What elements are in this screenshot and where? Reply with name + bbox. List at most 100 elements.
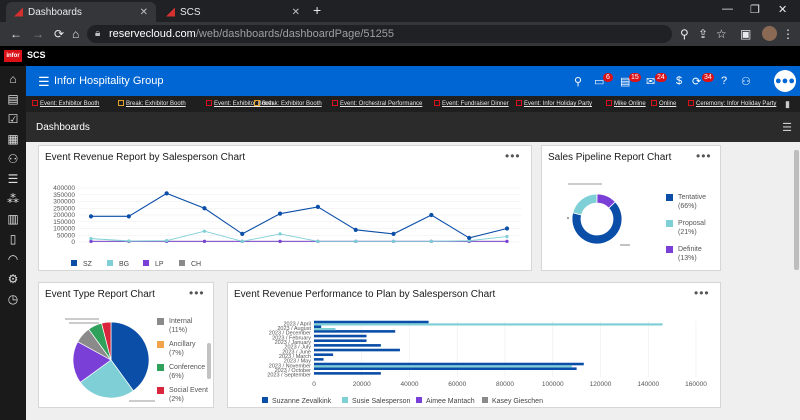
x-tick-label: 160000 — [685, 381, 707, 388]
home-nav-icon[interactable]: ⌂ — [6, 72, 20, 86]
bookmark-icon[interactable]: ▮ — [785, 99, 790, 110]
data-point-SZ — [315, 204, 321, 209]
data-point-BG — [316, 239, 320, 243]
chat-icon[interactable]: ●●● — [774, 70, 796, 92]
legend-label: Internal — [169, 318, 193, 325]
legend-swatch — [157, 364, 164, 371]
data-point-BG — [278, 232, 282, 236]
dashboard-content: Event Revenue Report by Salesperson Char… — [26, 142, 800, 420]
search-page-icon[interactable]: ⚲ — [680, 27, 689, 41]
data-point-BG — [89, 237, 93, 241]
event-link[interactable]: Event: Exhibitor Booth — [32, 100, 99, 107]
bar-1 — [314, 323, 663, 326]
mail-count-badge: 24 — [655, 73, 667, 82]
share-icon[interactable]: ⇪ — [698, 27, 708, 41]
legend-pct-tentative: (66%) — [678, 203, 697, 210]
data-point-BG — [127, 239, 131, 243]
bar-0 — [314, 330, 396, 333]
dashboard-menu-icon[interactable]: ☰ — [782, 121, 792, 134]
event-link[interactable]: Event: Infor Holiday Party — [516, 100, 592, 107]
close-window-icon[interactable]: ✕ — [778, 3, 787, 16]
data-point-LP — [202, 239, 207, 243]
legend-swatch — [262, 397, 268, 403]
settings-gear-icon[interactable]: ⚙ — [6, 272, 20, 286]
clock-nav-icon[interactable]: ◷ — [6, 292, 20, 306]
legend-label-tentative: Tentative — [678, 194, 706, 201]
legend-swatch — [157, 341, 164, 348]
events-nav-icon[interactable]: ▦ — [6, 132, 20, 146]
user-link[interactable]: Online — [651, 100, 676, 107]
horizontal-bar-chart: 0 20000 40000 60000 80000 100000 120000 140000 1… — [262, 320, 707, 405]
legend-swatch-CH — [179, 260, 185, 266]
data-point-SZ — [240, 231, 245, 236]
event-link[interactable]: Break: Exhibitor Booth — [118, 100, 186, 107]
back-arrow-icon[interactable]: ← — [10, 27, 22, 41]
app-header: ☰ Infor Hospitality Group ⚲ ▭ 6 ▤ 15 ✉ 2… — [26, 66, 800, 96]
x-tick-label: 40000 — [400, 381, 418, 388]
new-tab-button[interactable]: + — [313, 2, 321, 18]
legend-pct: (2%) — [169, 396, 184, 403]
data-point-SZ — [202, 206, 207, 211]
contacts-nav-icon[interactable]: ☰ — [6, 172, 20, 186]
browser-tab-dashboards[interactable]: Dashboards ✕ — [6, 2, 156, 22]
chrome-menu-icon[interactable]: ⋮ — [782, 27, 794, 41]
restore-icon[interactable]: ❐ — [750, 3, 760, 16]
refresh-icon[interactable]: ⟳ — [692, 75, 701, 88]
bar-0 — [314, 320, 429, 324]
dashboard-title-bar: Dashboards ☰ — [26, 112, 800, 142]
help-icon[interactable]: ? — [721, 75, 727, 87]
profile-avatar[interactable] — [762, 26, 777, 41]
legend-pct-proposal: (21%) — [678, 229, 697, 236]
bar-1 — [314, 365, 572, 368]
documents-nav-icon[interactable]: ▯ — [6, 232, 20, 246]
bar-0 — [314, 362, 584, 366]
legend-swatch — [342, 397, 348, 403]
bar-0 — [314, 339, 367, 342]
side-panel-icon[interactable]: ▣ — [740, 27, 751, 41]
bookmark-star-icon[interactable]: ☆ — [716, 27, 727, 41]
minimize-icon[interactable]: — — [722, 3, 733, 15]
search-icon[interactable]: ⚲ — [574, 75, 582, 88]
legend-label: Kasey Gieschen — [492, 398, 543, 405]
event-link[interactable]: Event: Orchestral Performance — [332, 100, 422, 107]
stats-nav-icon[interactable]: ▥ — [6, 212, 20, 226]
calendar-nav-icon[interactable]: ▤ — [6, 92, 20, 106]
legend-scrollbar[interactable] — [207, 343, 211, 379]
legend-pct: (11%) — [169, 327, 187, 334]
mail-icon[interactable]: ✉ — [646, 75, 655, 88]
legend-label-LP: LP — [155, 261, 164, 268]
browser-tab-scs[interactable]: SCS ✕ — [158, 2, 308, 22]
event-link[interactable]: Event: Fundraiser Dinner — [434, 100, 509, 107]
browser-tab-strip: Dashboards ✕ SCS ✕ + — ❐ ✕ — [0, 0, 800, 22]
close-tab-icon[interactable]: ✕ — [140, 7, 148, 18]
dashboard-gauge-icon[interactable]: ◠ — [6, 252, 20, 266]
url-host: reservecloud.com — [109, 28, 196, 40]
event-link[interactable]: Break: Exhibitor Booth — [254, 100, 322, 107]
groups-nav-icon[interactable]: ⁂ — [6, 192, 20, 206]
address-bar[interactable]: 🔒︎ reservecloud.com/web/dashboards/dashb… — [87, 25, 672, 43]
bar-1 — [314, 328, 336, 331]
user-link[interactable]: Mike Online — [606, 100, 646, 107]
forward-arrow-icon[interactable]: → — [32, 27, 44, 41]
close-tab-icon[interactable]: ✕ — [292, 7, 300, 18]
dollar-icon[interactable]: $ — [676, 75, 682, 87]
person-nav-icon[interactable]: ⚇ — [6, 152, 20, 166]
calendar-event-icon — [516, 100, 522, 106]
calendar-event-icon — [688, 100, 694, 106]
product-bar: infor SCS — [0, 46, 800, 66]
calendar-event-icon — [206, 100, 212, 106]
home-icon[interactable]: ⌂ — [72, 27, 79, 41]
infor-favicon-icon — [166, 7, 175, 17]
legend-pct: (6%) — [169, 373, 184, 380]
data-point-BG — [165, 239, 169, 243]
user-icon[interactable]: ⚇ — [741, 75, 751, 88]
legend-pct-definite: (13%) — [678, 255, 697, 262]
reload-icon[interactable]: ⟳ — [54, 27, 64, 41]
page-scrollbar[interactable] — [794, 150, 799, 270]
tab-label: SCS — [180, 6, 201, 18]
hamburger-menu-icon[interactable]: ☰ — [38, 74, 50, 90]
event-link[interactable]: Ceremony: Infor Holiday Party — [688, 100, 776, 107]
tasks-nav-icon[interactable]: ☑ — [6, 112, 20, 126]
leader-dot — [567, 217, 569, 219]
pie-chart: Internal (11%) Ancillary (7%) Conference (6%)… — [65, 318, 208, 403]
